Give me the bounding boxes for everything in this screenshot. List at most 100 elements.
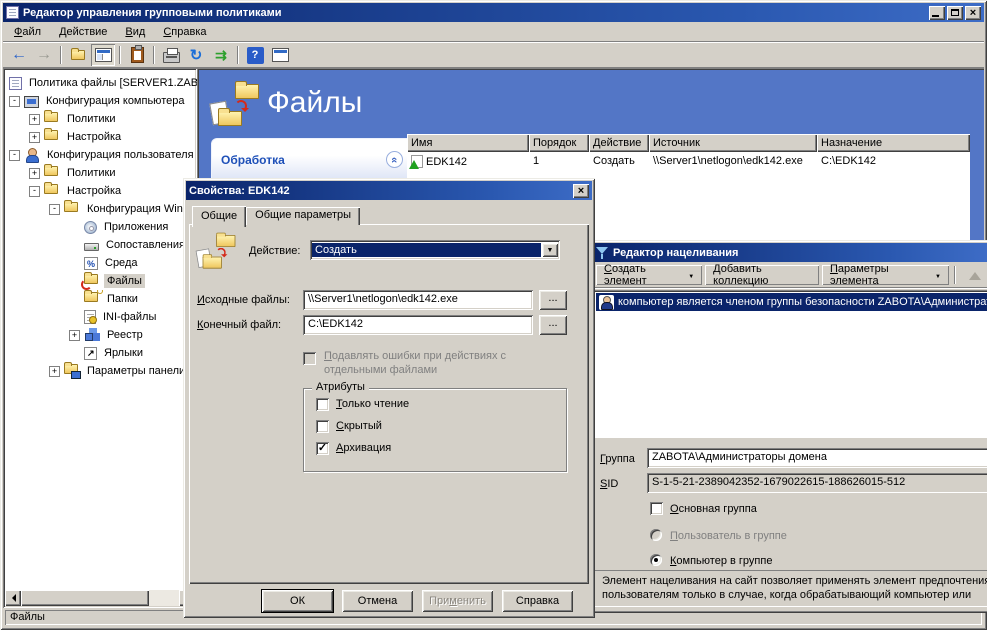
new-item-button[interactable]: Создать элемент [596, 265, 702, 285]
chevron-up-icon[interactable] [386, 151, 403, 168]
expand-toggle[interactable] [29, 132, 40, 143]
environment-icon [84, 257, 98, 270]
expand-toggle[interactable] [29, 114, 40, 125]
column-header-action[interactable]: Действие [589, 134, 649, 152]
tree-item-preferences-computer[interactable]: Настройка [3, 128, 197, 146]
item-options-button[interactable]: Параметры элемента [822, 265, 949, 285]
export-list-icon[interactable]: ⇉ [209, 44, 233, 66]
show-console-tree-icon[interactable] [91, 44, 115, 66]
targeting-items-list: компьютер является членом группы безопас… [593, 290, 987, 438]
tree-item-computer-configuration[interactable]: Конфигурация компьютера [3, 92, 197, 110]
tab-general[interactable]: Общие [192, 206, 246, 227]
up-one-level-icon[interactable] [66, 44, 90, 66]
column-header-name[interactable]: Имя [407, 134, 529, 152]
tree-item-files[interactable]: Файлы [3, 272, 197, 290]
tree-item-shortcuts[interactable]: Ярлыки [3, 344, 197, 362]
archive-checkbox[interactable] [316, 442, 329, 455]
dialog-title: Свойства: EDK142 [189, 185, 290, 197]
folder-icon [44, 166, 58, 176]
expand-toggle[interactable] [29, 168, 40, 179]
back-icon[interactable]: ← [7, 44, 31, 66]
forward-icon[interactable]: → [32, 44, 56, 66]
properties-clipboard-icon[interactable] [125, 44, 149, 66]
column-header-order[interactable]: Порядок [529, 134, 589, 152]
scroll-left-icon[interactable] [5, 590, 21, 606]
tree-item-policies-user[interactable]: Политики [3, 164, 197, 182]
show-window-icon[interactable] [268, 44, 292, 66]
readonly-checkbox[interactable] [316, 398, 329, 411]
table-row[interactable]: EDK142 1 Создать \\Server1\netlogon\edk1… [407, 152, 970, 170]
ok-button[interactable]: ОК [262, 590, 333, 612]
processing-section-header[interactable]: Обработка [211, 138, 413, 180]
dialog-close-button[interactable]: × [573, 184, 589, 198]
action-dropdown[interactable]: Создать [310, 240, 560, 260]
tab-common[interactable]: Общие параметры [246, 207, 360, 225]
menu-file[interactable]: Файл [5, 23, 50, 41]
menu-view[interactable]: Вид [116, 23, 154, 41]
help-button[interactable]: Справка [502, 590, 573, 612]
user-icon [24, 148, 40, 162]
toolbar-separator [954, 266, 956, 284]
targeting-title: Редактор нацеливания [613, 247, 738, 259]
dropdown-arrow-icon[interactable] [542, 243, 558, 257]
files-action-icon [197, 235, 237, 269]
collapse-toggle[interactable] [29, 186, 40, 197]
column-header-destination[interactable]: Назначение [817, 134, 970, 152]
menu-action[interactable]: Действие [50, 23, 116, 41]
collapse-toggle[interactable] [9, 150, 20, 161]
browse-source-button[interactable]: ... [539, 290, 567, 310]
tree-item-preferences-user[interactable]: Настройка [3, 182, 197, 200]
archive-label: Архивация [336, 442, 391, 454]
hidden-checkbox[interactable] [316, 420, 329, 433]
print-icon[interactable] [159, 44, 183, 66]
toolbar-separator [119, 46, 121, 64]
tree-item-policies-computer[interactable]: Политики [3, 110, 197, 128]
applications-icon [84, 221, 97, 234]
expand-toggle[interactable] [49, 366, 60, 377]
maximize-button[interactable] [947, 6, 963, 20]
screen: Редактор управления групповыми политикам… [0, 0, 987, 630]
collapse-toggle[interactable] [49, 204, 60, 215]
collapse-toggle[interactable] [9, 96, 20, 107]
scrollbar-track[interactable] [149, 590, 179, 606]
suppress-errors-label: Подавлять ошибки при действиях с отдельн… [324, 349, 556, 377]
browse-destination-button[interactable]: ... [539, 315, 567, 335]
cancel-button[interactable]: Отмена [342, 590, 413, 612]
minimize-icon [932, 15, 939, 17]
source-input[interactable]: \\Server1\netlogon\edk142.exe [303, 290, 533, 310]
tree-item-environment[interactable]: Среда [3, 254, 197, 272]
sid-readonly-field: S-1-5-21-2389042352-1679022615-188626015… [647, 473, 987, 493]
targeting-list-item[interactable]: компьютер является членом группы безопас… [596, 293, 987, 311]
refresh-icon[interactable]: ↻ [184, 44, 208, 66]
group-input[interactable]: ZABOTA\Администраторы домена [647, 448, 987, 468]
toolbar-separator [237, 46, 239, 64]
tree-item-ini-files[interactable]: INI-файлы [3, 308, 197, 326]
tree-item-applications[interactable]: Приложения [3, 218, 197, 236]
add-collection-button[interactable]: Добавить коллекцию [705, 265, 819, 285]
toolbar-separator [153, 46, 155, 64]
destination-input[interactable]: C:\EDK142 [303, 315, 533, 335]
tree-item-drive-maps[interactable]: Сопоставления [3, 236, 197, 254]
tree-item-root[interactable]: Политика файлы [SERVER1.ZABOTA [3, 74, 197, 92]
funnel-icon [596, 246, 609, 260]
app-icon [6, 6, 19, 19]
targeting-titlebar: Редактор нацеливания [593, 243, 987, 262]
window-title: Редактор управления групповыми политикам… [23, 7, 281, 19]
tree-item-windows-settings[interactable]: Конфигурация Windows [3, 200, 197, 218]
folders-icon [84, 292, 100, 306]
column-header-source[interactable]: Источник [649, 134, 817, 152]
tree-item-user-configuration[interactable]: Конфигурация пользователя [3, 146, 197, 164]
tree-item-control-panel-settings[interactable]: Параметры панели управления [3, 362, 197, 380]
help-icon[interactable]: ? [243, 44, 267, 66]
tree-horizontal-scrollbar[interactable] [5, 590, 195, 606]
menu-help[interactable]: Справка [154, 23, 215, 41]
primary-group-checkbox[interactable] [650, 502, 663, 515]
minimize-button[interactable] [929, 6, 945, 20]
tree-item-folders[interactable]: Папки [3, 290, 197, 308]
computer-in-group-radio[interactable] [650, 554, 662, 566]
toolbar: ← → ↻ ⇉ ? [3, 43, 984, 68]
close-button[interactable]: × [965, 6, 981, 20]
scrollbar-thumb[interactable] [21, 590, 149, 606]
tree-item-registry[interactable]: Реестр [3, 326, 197, 344]
expand-toggle[interactable] [69, 330, 80, 341]
